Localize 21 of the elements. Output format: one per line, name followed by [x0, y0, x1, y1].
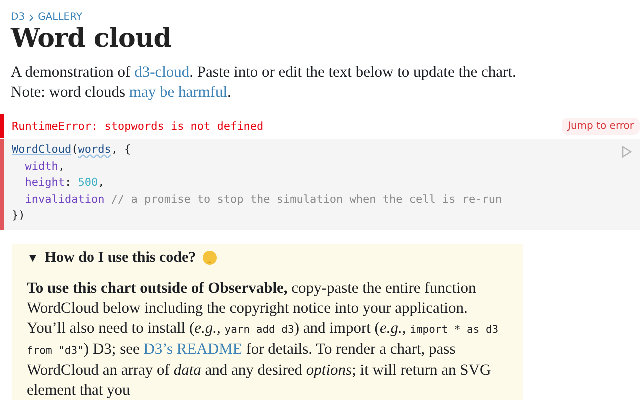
- code-cell[interactable]: WordCloud(words, { width, height: 500, invalidation // a promise to stop the simulation when the cell is re-run }): [0, 139, 640, 230]
- disclosure-marker[interactable]: ▼: [27, 250, 39, 266]
- details-summary[interactable]: How do I use this code?: [44, 250, 196, 266]
- breadcrumb-link[interactable]: D3: [11, 12, 26, 23]
- text-link[interactable]: may be harmful: [129, 84, 228, 101]
- intro-text: A demonstration of d3-cloud. Paste into or edit the text below to update the chart.: [11, 63, 518, 83]
- usage-paragraph: To use this chart outside of Observable, copy-paste the entire function WordCloud below including the copyright notice into your application. You’ll also need to install (e.g., yarn add d3) and import (e.g., import * as d3 from "d3") D3; see D3’s README for details. To render a chart, pass WordCloud an array of data and any desired options; it will return an SVG element that you: [27, 278, 500, 400]
- play-icon[interactable]: [622, 146, 632, 158]
- intro-text: Note: word clouds may be harmful.: [11, 83, 232, 103]
- error-message: RuntimeError: stopwords is not defined: [11, 120, 264, 132]
- code-line: height: 500,: [24, 175, 105, 191]
- code-line: width,: [24, 158, 65, 174]
- breadcrumb-link[interactable]: GALLERY: [38, 12, 83, 23]
- code-line: invalidation // a promise to stop the simulation when the cell is re-run: [24, 192, 502, 208]
- code-line: WordCloud(words, {: [12, 142, 132, 158]
- jump-to-error-button[interactable]: Jump to error: [562, 118, 640, 134]
- page-title: Word cloud: [11, 24, 172, 54]
- chevron-icon: [29, 14, 34, 22]
- text-link[interactable]: D3’s README: [144, 340, 242, 358]
- code-line: }): [12, 208, 26, 224]
- text-link[interactable]: d3-cloud: [134, 64, 190, 81]
